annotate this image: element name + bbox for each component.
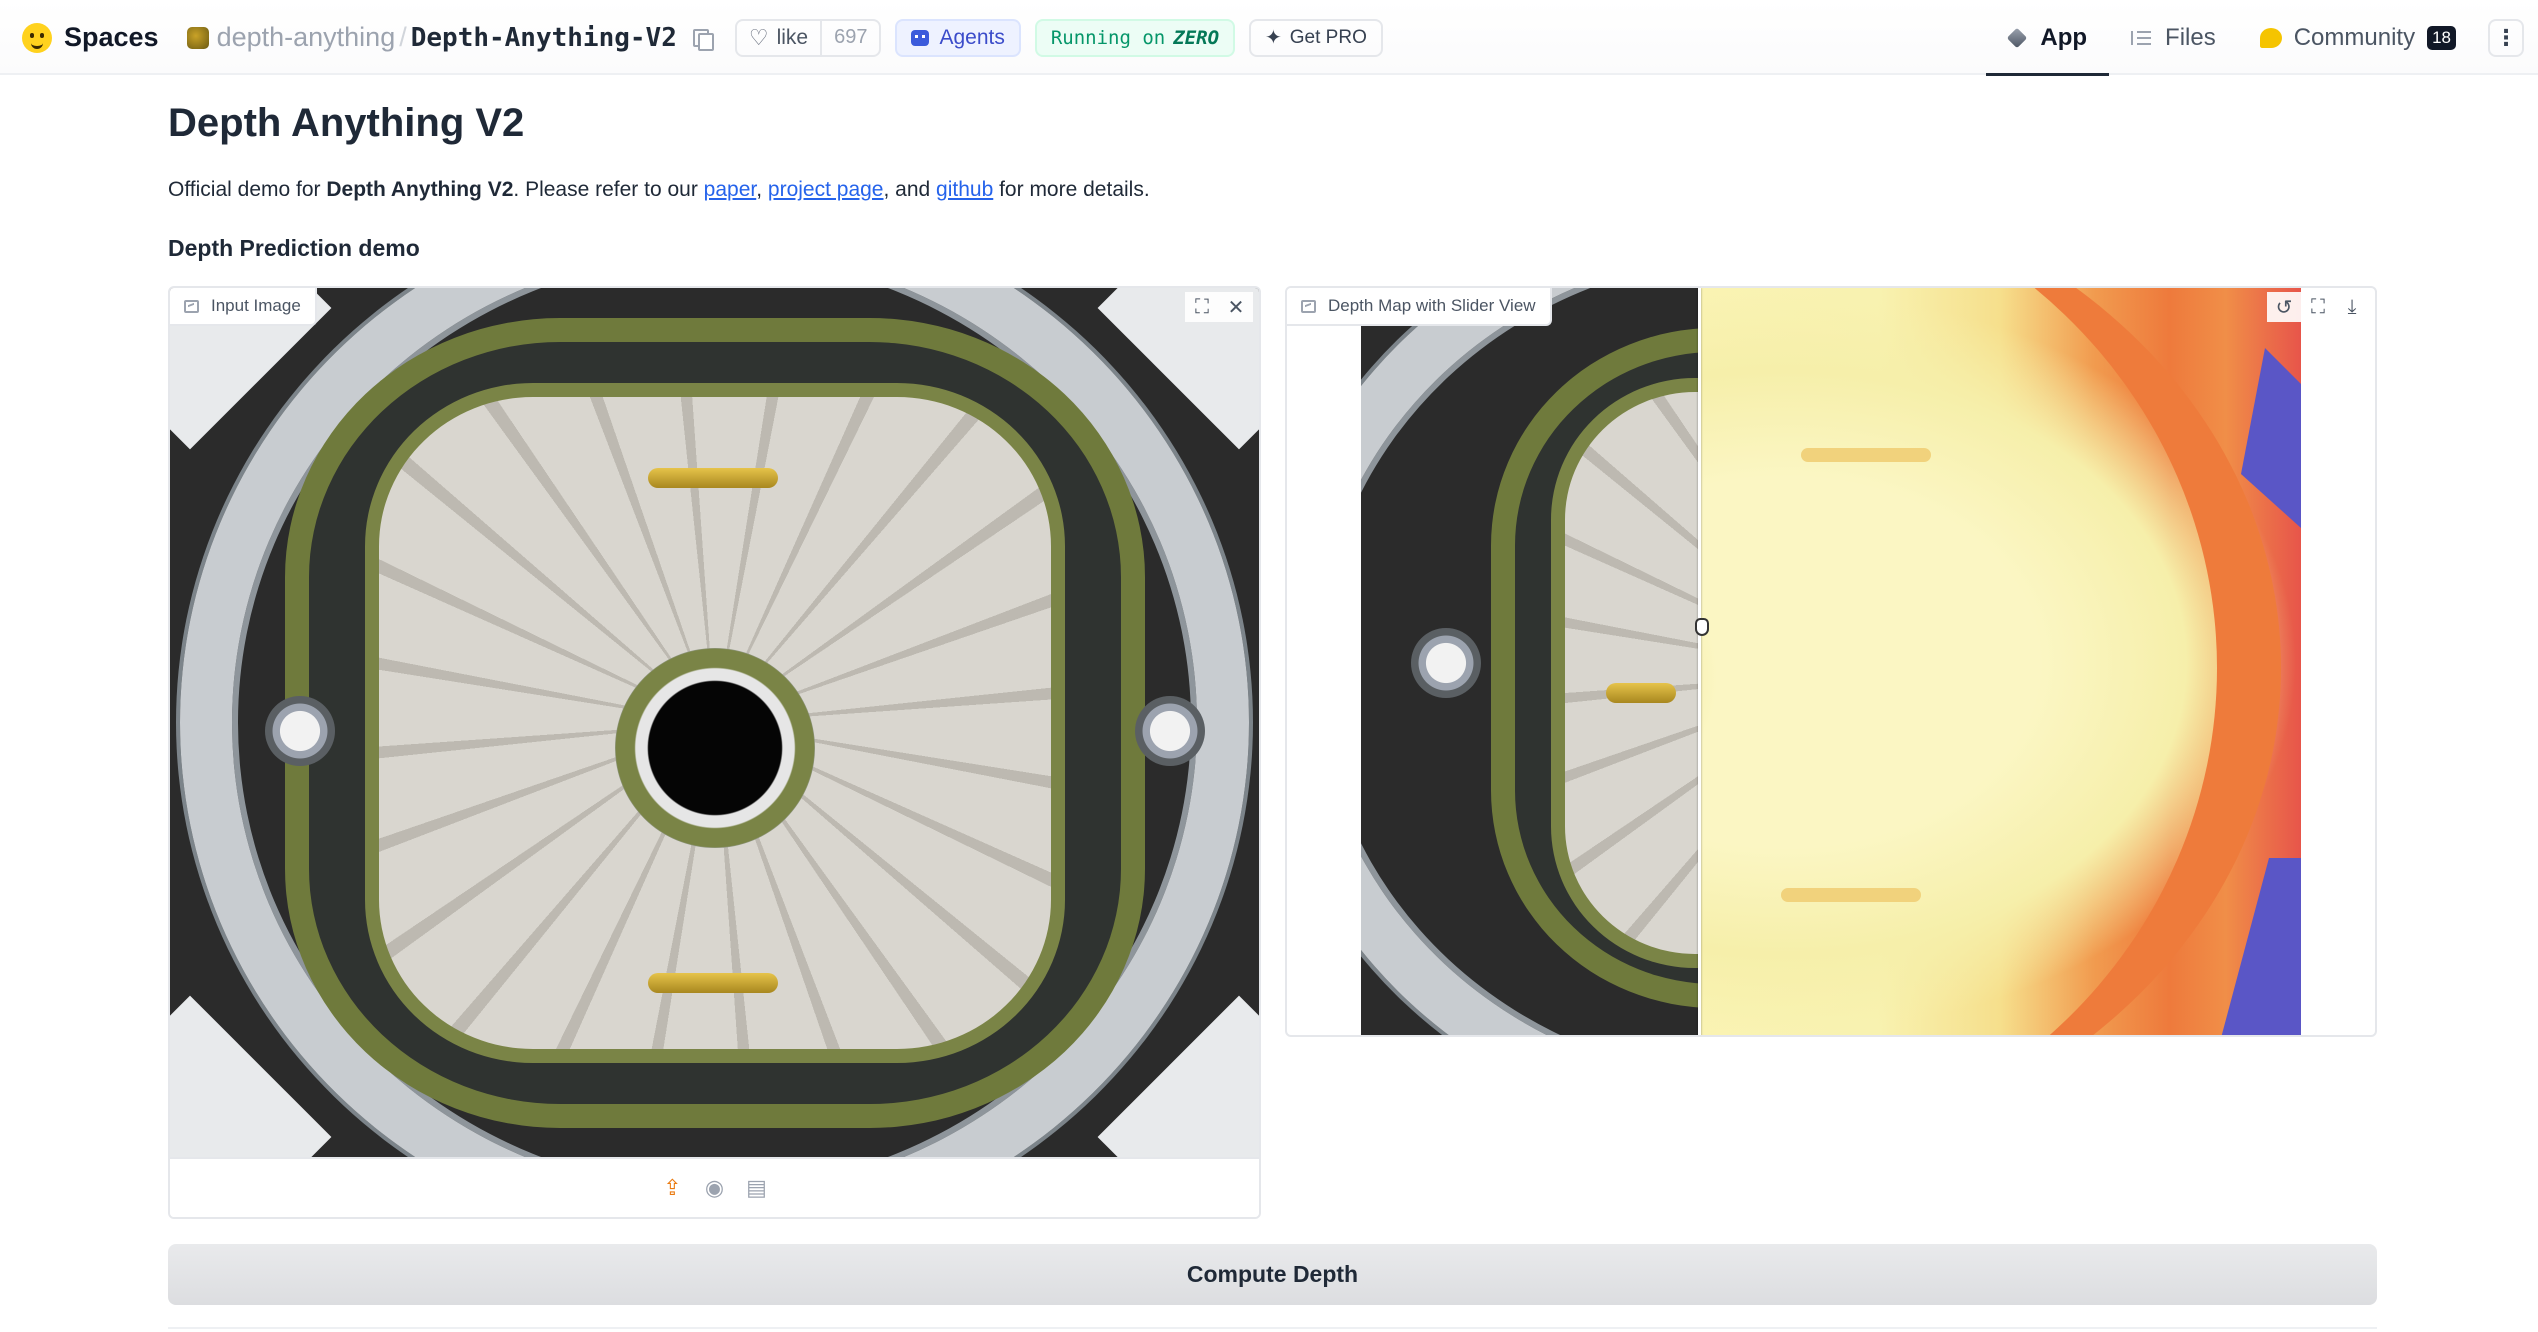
description: Official demo for Depth Anything V2. Ple… [168, 178, 1150, 202]
hugging-face-logo-icon[interactable] [22, 22, 52, 53]
hatch-door [1551, 378, 1699, 968]
image-icon [1301, 299, 1316, 313]
desc-middle: . Please refer to our [513, 178, 704, 201]
hatch-latch-left [1411, 628, 1481, 698]
tab-files-label: Files [2165, 23, 2216, 51]
compute-depth-button[interactable]: Compute Depth [168, 1244, 2377, 1305]
depth-far-region [2241, 348, 2301, 528]
input-image-label: Input Image [170, 288, 317, 326]
agents-label: Agents [939, 25, 1005, 49]
project-page-link[interactable]: project page [768, 178, 884, 201]
depth-map-label: Depth Map with Slider View [1287, 288, 1552, 326]
community-count-badge: 18 [2427, 25, 2456, 50]
bottom-divider [168, 1327, 2377, 1329]
heart-icon: ♡ [748, 24, 769, 50]
tab-community[interactable]: Community 18 [2238, 0, 2478, 75]
tab-app-label: App [2040, 23, 2088, 51]
desc-sep2: , and [883, 178, 937, 201]
org-avatar[interactable] [186, 26, 209, 49]
depth-map-panel[interactable]: Depth Map with Slider View ↺ ⛶ ⤓ [1285, 286, 2377, 1037]
hatch-handle-top [648, 468, 778, 488]
header-left: Spaces depth-anything / Depth-Anything-V… [22, 0, 1383, 75]
hatch-handle-bottom [648, 973, 778, 993]
files-tree-icon [2131, 29, 2153, 47]
header-right: App Files Community 18 ⋮ [1986, 0, 2538, 76]
drag-hand-cursor-icon [1695, 618, 1709, 636]
upload-toolbar: ⇪ ◉ ▤ [170, 1157, 1259, 1217]
agents-button[interactable]: Agents [895, 18, 1021, 57]
slider-view[interactable] [1361, 288, 2301, 1035]
like-count[interactable]: 697 [820, 20, 879, 55]
running-prefix: Running on [1050, 26, 1166, 49]
paper-link[interactable]: paper [704, 178, 757, 201]
robot-icon [911, 29, 930, 46]
like-action[interactable]: ♡ like [737, 21, 820, 55]
tab-files[interactable]: Files [2109, 0, 2238, 75]
upload-icon[interactable]: ⇪ [661, 1175, 685, 1200]
path-separator: / [399, 22, 407, 52]
sparkle-icon: ✦ [1265, 27, 1282, 49]
depth-map-label-text: Depth Map with Slider View [1328, 296, 1536, 315]
slider-handle[interactable] [1698, 288, 1701, 1035]
copy-icon[interactable] [691, 27, 714, 51]
input-panel-tools: ⛶ ✕ [1185, 292, 1253, 322]
get-pro-button[interactable]: ✦ Get PRO [1249, 18, 1383, 57]
community-chat-icon [2259, 27, 2282, 48]
original-image-half [1361, 288, 1699, 1035]
image-icon [184, 299, 199, 313]
tab-app[interactable]: App [1986, 0, 2109, 76]
hatch-latch-right [1135, 696, 1205, 766]
desc-prefix: Official demo for [168, 178, 327, 201]
hatch-handle [1606, 683, 1676, 703]
depth-handle-top [1801, 448, 1931, 462]
app-cube-icon [2007, 27, 2028, 48]
get-pro-label: Get PRO [1289, 26, 1367, 48]
like-button[interactable]: ♡ like 697 [734, 18, 882, 57]
repo-link[interactable]: Depth-Anything-V2 [411, 23, 677, 53]
hatch-latch-left [265, 696, 335, 766]
close-icon[interactable]: ✕ [1219, 292, 1253, 322]
section-title: Depth Prediction demo [168, 235, 420, 261]
desc-sep1: , [756, 178, 768, 201]
desc-bold: Depth Anything V2 [326, 178, 514, 201]
fullscreen-icon[interactable]: ⛶ [2301, 292, 2335, 322]
running-status-badge[interactable]: Running on ZERO [1034, 18, 1236, 57]
input-image-label-text: Input Image [211, 296, 301, 315]
spaces-link[interactable]: Spaces [64, 22, 159, 53]
input-image-panel[interactable]: Input Image ⛶ ✕ ⇪ ◉ ▤ [168, 286, 1261, 1219]
undo-icon[interactable]: ↺ [2267, 292, 2301, 322]
running-hardware: ZERO [1173, 26, 1220, 49]
github-link[interactable]: github [936, 178, 993, 201]
top-nav-bar: Spaces depth-anything / Depth-Anything-V… [0, 0, 2538, 76]
fullscreen-icon[interactable]: ⛶ [1185, 292, 1219, 322]
page-title: Depth Anything V2 [168, 101, 525, 145]
tab-community-label: Community [2293, 23, 2416, 51]
input-image[interactable] [170, 288, 1259, 1157]
like-label: like [776, 25, 809, 49]
desc-suffix: for more details. [993, 178, 1150, 201]
clipboard-icon[interactable]: ▤ [745, 1175, 769, 1200]
download-icon[interactable]: ⤓ [2335, 292, 2369, 322]
depth-handle-bottom [1781, 888, 1921, 902]
webcam-icon[interactable]: ◉ [703, 1175, 727, 1200]
depth-far-region [2221, 858, 2301, 1035]
org-link[interactable]: depth-anything [217, 22, 396, 53]
output-panel-tools: ↺ ⛶ ⤓ [2267, 292, 2369, 322]
more-options-icon[interactable]: ⋮ [2488, 18, 2524, 57]
hatch-center-hub [615, 648, 815, 848]
